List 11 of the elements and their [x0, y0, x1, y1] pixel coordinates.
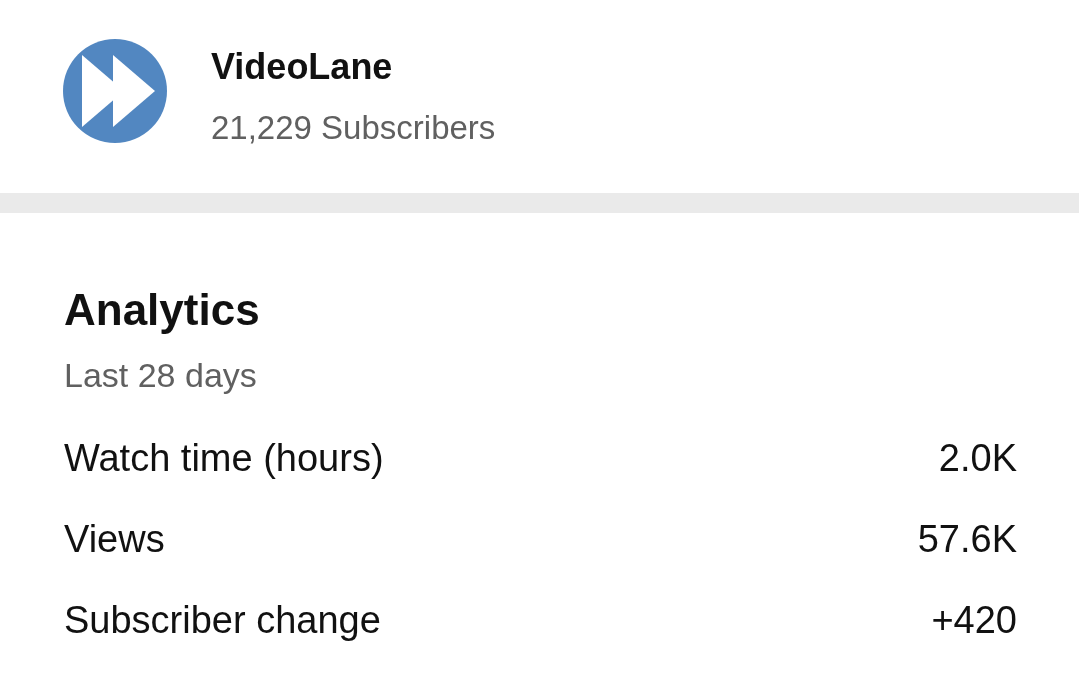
period-label: Last 28 days	[64, 355, 257, 395]
metric-label: Subscriber change	[64, 598, 381, 642]
metric-value: +420	[931, 598, 1017, 642]
metric-value: 2.0K	[938, 436, 1017, 480]
subscriber-count: 21,229 Subscribers	[211, 108, 496, 148]
channel-name: VideoLane	[211, 45, 393, 89]
section-title: Analytics	[64, 284, 260, 336]
fast-forward-logo-icon	[63, 39, 167, 143]
metric-value: 57.6K	[917, 517, 1017, 561]
metric-label: Watch time (hours)	[64, 436, 384, 480]
metric-label: Views	[64, 517, 165, 561]
